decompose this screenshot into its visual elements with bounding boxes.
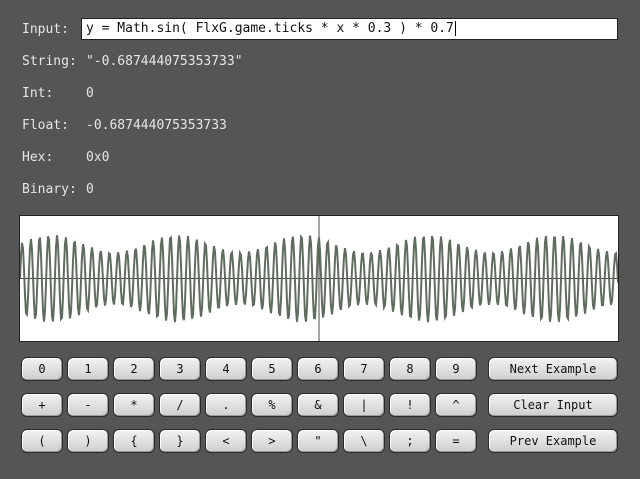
key-row2-1[interactable]: -	[67, 393, 109, 417]
hex-value: 0x0	[86, 150, 110, 165]
key-row3-1[interactable]: )	[67, 429, 109, 453]
float-label: Float:	[22, 118, 69, 133]
waveform-plot	[19, 215, 619, 342]
prev-example-button[interactable]: Prev Example	[488, 429, 618, 453]
binary-label: Binary:	[22, 182, 77, 197]
clear-input-button[interactable]: Clear Input	[488, 393, 618, 417]
key-row2-6[interactable]: &	[297, 393, 339, 417]
waveform-svg	[20, 216, 618, 341]
key-row2-2[interactable]: *	[113, 393, 155, 417]
expression-input[interactable]: y = Math.sin( FlxG.game.ticks * x * 0.3 …	[81, 18, 618, 40]
hex-label: Hex:	[22, 150, 54, 165]
key-row2-4[interactable]: .	[205, 393, 247, 417]
expression-input-text: y = Math.sin( FlxG.game.ticks * x * 0.3 …	[86, 21, 454, 36]
key-row3-8[interactable]: ;	[389, 429, 431, 453]
key-row1-0[interactable]: 0	[21, 357, 63, 381]
string-label: String:	[22, 54, 77, 69]
key-row3-6[interactable]: "	[297, 429, 339, 453]
key-row3-9[interactable]: =	[435, 429, 477, 453]
key-row2-7[interactable]: |	[343, 393, 385, 417]
key-row2-0[interactable]: +	[21, 393, 63, 417]
next-example-button[interactable]: Next Example	[488, 357, 618, 381]
key-row3-0[interactable]: (	[21, 429, 63, 453]
key-row1-7[interactable]: 7	[343, 357, 385, 381]
key-row2-8[interactable]: !	[389, 393, 431, 417]
key-row1-2[interactable]: 2	[113, 357, 155, 381]
key-row1-3[interactable]: 3	[159, 357, 201, 381]
key-row1-9[interactable]: 9	[435, 357, 477, 381]
key-row3-4[interactable]: <	[205, 429, 247, 453]
key-row1-6[interactable]: 6	[297, 357, 339, 381]
float-value: -0.687444075353733	[86, 118, 227, 133]
key-row1-8[interactable]: 8	[389, 357, 431, 381]
string-value: "-0.687444075353733"	[86, 54, 243, 69]
int-label: Int:	[22, 86, 54, 101]
key-row3-2[interactable]: {	[113, 429, 155, 453]
key-row3-3[interactable]: }	[159, 429, 201, 453]
input-label: Input:	[22, 22, 69, 37]
key-row3-5[interactable]: >	[251, 429, 293, 453]
key-row1-1[interactable]: 1	[67, 357, 109, 381]
key-row1-4[interactable]: 4	[205, 357, 247, 381]
key-row1-5[interactable]: 5	[251, 357, 293, 381]
key-row2-3[interactable]: /	[159, 393, 201, 417]
binary-value: 0	[86, 182, 94, 197]
int-value: 0	[86, 86, 94, 101]
key-row2-9[interactable]: ^	[435, 393, 477, 417]
key-row3-7[interactable]: \	[343, 429, 385, 453]
key-row2-5[interactable]: %	[251, 393, 293, 417]
text-caret	[454, 21, 456, 36]
